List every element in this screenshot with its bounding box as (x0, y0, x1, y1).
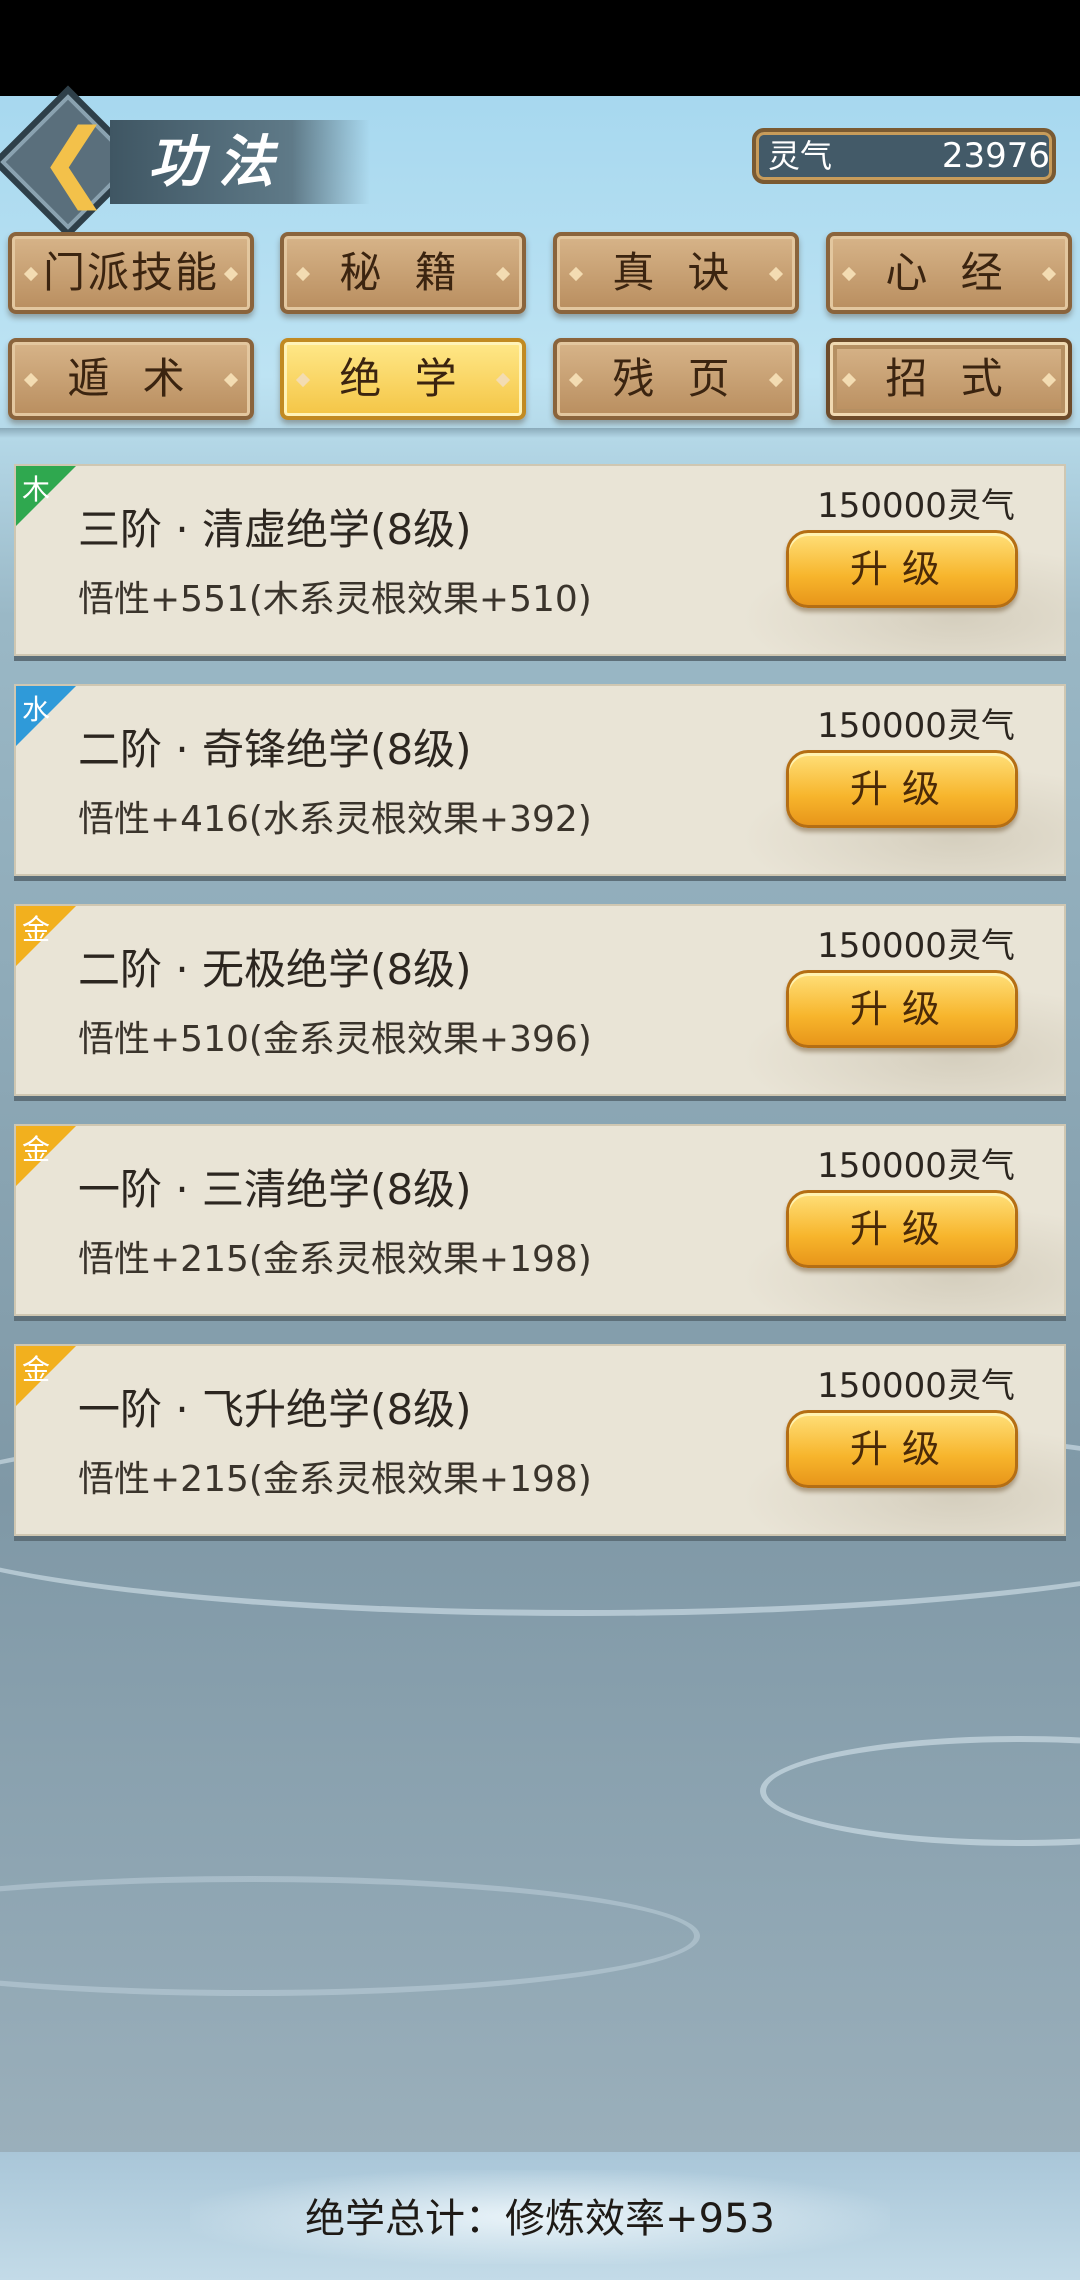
tab-escape-arts[interactable]: 遁 术 (8, 338, 254, 420)
element-label: 金 (22, 1353, 51, 1386)
skill-stat: 悟性+215(金系灵根效果+198) (78, 1239, 592, 1280)
upgrade-button[interactable]: 升级 (786, 1190, 1018, 1268)
skill-stat: 悟性+215(金系灵根效果+198) (78, 1459, 592, 1500)
upgrade-button[interactable]: 升级 (786, 530, 1018, 608)
element-label: 水 (22, 693, 51, 726)
skill-title: 一阶 · 飞升绝学(8级) (78, 1385, 472, 1434)
element-label: 金 (22, 913, 51, 946)
skill-stat: 悟性+551(木系灵根效果+510) (78, 579, 592, 620)
skill-card: 金 一阶 · 飞升绝学(8级) 悟性+215(金系灵根效果+198) 15000… (14, 1344, 1066, 1536)
skill-card: 木 三阶 · 清虚绝学(8级) 悟性+551(木系灵根效果+510) 15000… (14, 464, 1066, 656)
upgrade-cost: 150000灵气 (817, 1146, 1015, 1186)
upgrade-cost: 150000灵气 (817, 706, 1015, 746)
skill-title: 三阶 · 清虚绝学(8级) (78, 505, 472, 554)
upgrade-button[interactable]: 升级 (786, 750, 1018, 828)
chevron-left-icon[interactable]: ❮ (34, 116, 114, 206)
upgrade-cost: 150000灵气 (817, 926, 1015, 966)
tab-sect-skills[interactable]: 门派技能 (8, 232, 254, 314)
qi-label: 灵气 (768, 137, 833, 175)
tab-heart-sutra[interactable]: 心 经 (826, 232, 1072, 314)
summary-text: 绝学总计：修炼效率+953 (305, 2196, 775, 2242)
skill-card: 水 二阶 · 奇锋绝学(8级) 悟性+416(水系灵根效果+392) 15000… (14, 684, 1066, 876)
status-bar (0, 0, 1080, 96)
skill-title: 二阶 · 无极绝学(8级) (78, 945, 472, 994)
qi-value: 23976 (941, 136, 1050, 176)
cloud-decoration (0, 1876, 700, 1996)
element-label: 金 (22, 1133, 51, 1166)
divider (0, 428, 1080, 438)
upgrade-cost: 150000灵气 (817, 486, 1015, 526)
page-title: 功法 (148, 129, 288, 195)
upgrade-button[interactable]: 升级 (786, 1410, 1018, 1488)
tab-ultimate-arts[interactable]: 绝 学 (280, 338, 526, 420)
skill-stat: 悟性+510(金系灵根效果+396) (78, 1019, 592, 1060)
upgrade-button[interactable]: 升级 (786, 970, 1018, 1048)
skill-card: 金 二阶 · 无极绝学(8级) 悟性+510(金系灵根效果+396) 15000… (14, 904, 1066, 1096)
skill-title: 一阶 · 三清绝学(8级) (78, 1165, 472, 1214)
skill-card: 金 一阶 · 三清绝学(8级) 悟性+215(金系灵根效果+198) 15000… (14, 1124, 1066, 1316)
element-label: 木 (22, 473, 51, 506)
tab-secret-books[interactable]: 秘 籍 (280, 232, 526, 314)
skill-stat: 悟性+416(水系灵根效果+392) (78, 799, 592, 840)
upgrade-cost: 150000灵气 (817, 1366, 1015, 1406)
tab-fragments[interactable]: 残 页 (553, 338, 799, 420)
skill-title: 二阶 · 奇锋绝学(8级) (78, 725, 472, 774)
cloud-decoration (760, 1736, 1080, 1846)
tab-moves[interactable]: 招 式 (826, 338, 1072, 420)
tab-true-formula[interactable]: 真 诀 (553, 232, 799, 314)
